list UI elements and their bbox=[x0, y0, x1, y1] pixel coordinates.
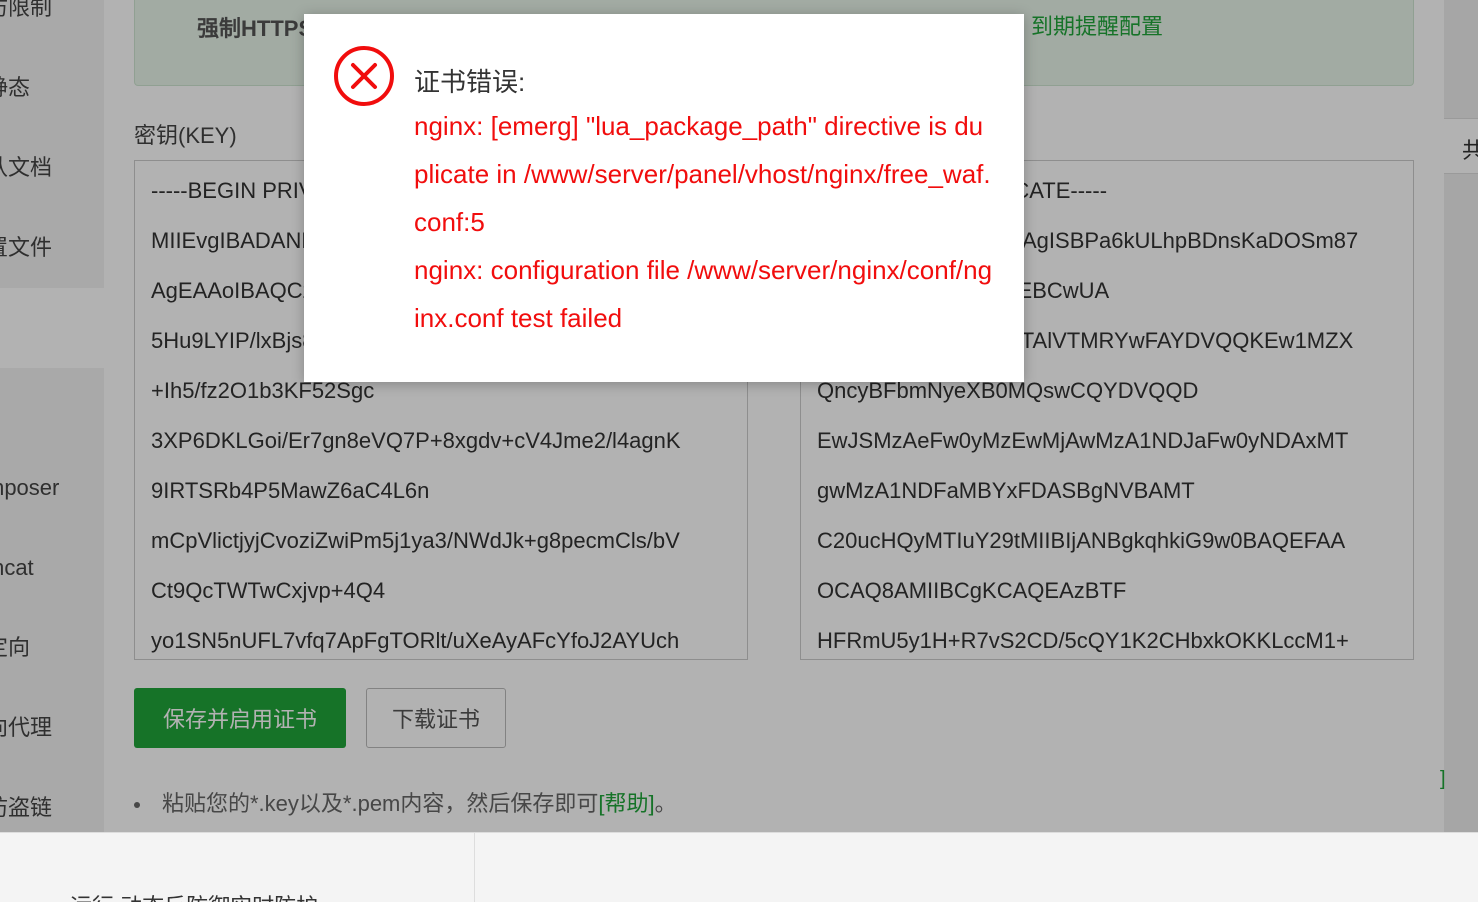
error-circle-x-icon bbox=[334, 46, 394, 106]
error-messages: nginx: [emerg] "lua_package_path" direct… bbox=[414, 102, 994, 342]
cert-error-dialog: 证书错误: nginx: [emerg] "lua_package_path" … bbox=[304, 14, 1024, 382]
error-message: nginx: [emerg] "lua_package_path" direct… bbox=[414, 111, 991, 237]
bottom-text: 运行 动态反防御实时防护 ... bbox=[70, 889, 343, 902]
bottom-divider bbox=[474, 833, 475, 902]
error-message: nginx: configuration file /www/server/ng… bbox=[414, 255, 993, 333]
bottom-strip: 运行 动态反防御实时防护 ... bbox=[0, 832, 1478, 902]
dialog-title: 证书错误: bbox=[414, 67, 526, 97]
